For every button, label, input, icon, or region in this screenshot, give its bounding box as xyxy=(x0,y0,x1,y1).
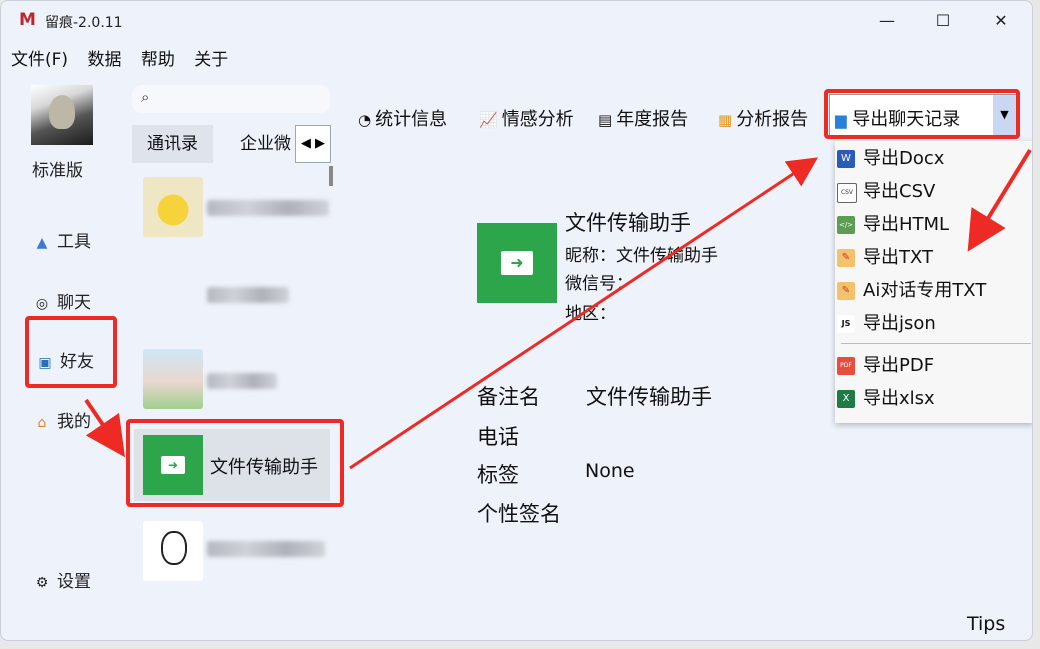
annotation-arrows xyxy=(84,148,1032,470)
arrow-to-contact xyxy=(84,398,126,458)
arrow-to-menu xyxy=(967,148,1032,252)
arrow-to-export xyxy=(349,157,818,470)
